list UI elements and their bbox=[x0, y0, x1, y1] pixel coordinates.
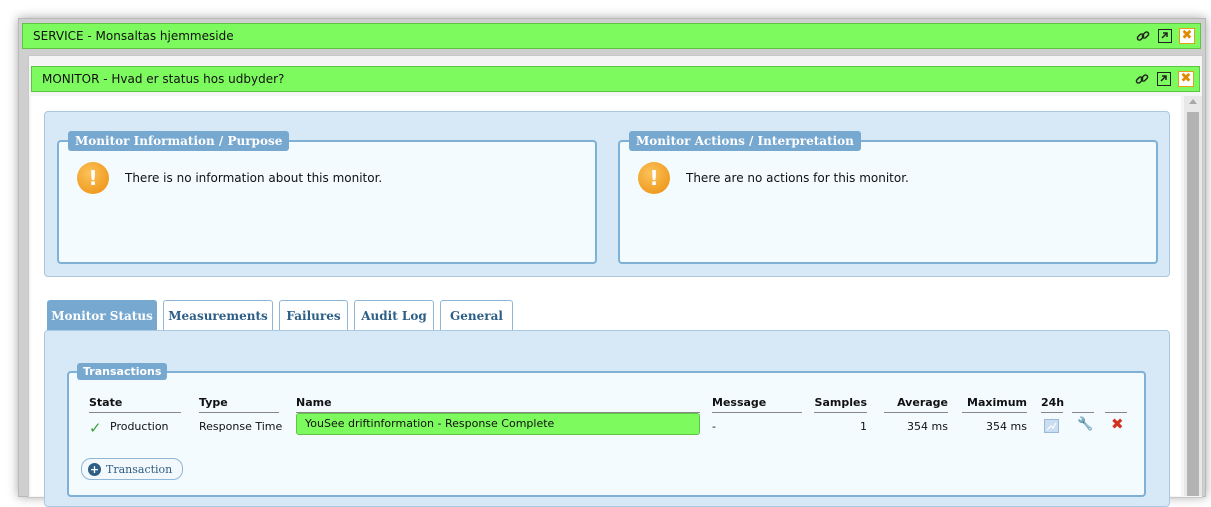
average-value: 354 ms bbox=[907, 420, 948, 433]
warning-icon: ! bbox=[77, 162, 109, 194]
purpose-message: There is no information about this monit… bbox=[125, 171, 383, 185]
col-maximum: Maximum bbox=[962, 396, 1027, 413]
actions-message: There are no actions for this monitor. bbox=[686, 171, 909, 185]
col-24h: 24h bbox=[1041, 396, 1064, 413]
purpose-legend: Monitor Information / Purpose bbox=[68, 131, 290, 151]
col-message: Message bbox=[712, 396, 802, 413]
delete-icon[interactable]: ✖ bbox=[1111, 415, 1124, 433]
state-cell: ✓ Production bbox=[89, 419, 169, 437]
close-icon[interactable]: ✖ bbox=[1179, 28, 1195, 44]
info-panel: Monitor Information / Purpose ! There is… bbox=[44, 111, 1170, 277]
scrollbar[interactable] bbox=[1184, 96, 1202, 496]
scroll-thumb[interactable] bbox=[1187, 112, 1199, 496]
add-transaction-button[interactable]: + Transaction bbox=[81, 458, 184, 480]
col-state: State bbox=[89, 396, 181, 413]
service-titlebar: SERVICE - Monsaltas hjemmeside ✖ bbox=[22, 23, 1201, 49]
state-value: Production bbox=[110, 420, 169, 433]
check-icon: ✓ bbox=[89, 419, 102, 437]
col-type: Type bbox=[199, 396, 279, 413]
status-panel: Transactions State Type Name Message Sam… bbox=[44, 330, 1170, 507]
tab-monitor-status[interactable]: Monitor Status bbox=[47, 300, 157, 333]
monitor-window: MONITOR - Hvad er status hos udbyder? ✖ … bbox=[28, 55, 1203, 507]
monitor-titlebar: MONITOR - Hvad er status hos udbyder? ✖ bbox=[31, 66, 1200, 92]
popout-icon[interactable] bbox=[1158, 29, 1172, 43]
col-average: Average bbox=[884, 396, 948, 413]
col-samples: Samples bbox=[814, 396, 867, 413]
popout-icon[interactable] bbox=[1157, 72, 1171, 86]
message-value: - bbox=[712, 420, 716, 433]
type-value: Response Time bbox=[199, 420, 283, 433]
tab-audit-log[interactable]: Audit Log bbox=[354, 300, 434, 331]
scroll-up-icon[interactable] bbox=[1189, 99, 1197, 104]
col-name: Name bbox=[296, 396, 700, 413]
tab-measurements[interactable]: Measurements bbox=[163, 300, 273, 331]
wrench-icon[interactable]: 🔧 bbox=[1077, 417, 1093, 432]
maximum-value: 354 ms bbox=[986, 420, 1027, 433]
link-icon[interactable] bbox=[1134, 71, 1150, 87]
transactions-fieldset: Transactions State Type Name Message Sam… bbox=[67, 363, 1146, 497]
samples-value: 1 bbox=[860, 420, 867, 433]
plus-icon: + bbox=[88, 462, 101, 476]
close-icon[interactable]: ✖ bbox=[1178, 71, 1194, 87]
transaction-name[interactable]: YouSee driftinformation - Response Compl… bbox=[296, 413, 700, 435]
service-title: SERVICE - Monsaltas hjemmeside bbox=[33, 29, 234, 43]
actions-fieldset: Monitor Actions / Interpretation ! There… bbox=[618, 131, 1158, 264]
monitor-content: Monitor Information / Purpose ! There is… bbox=[31, 96, 1181, 507]
tab-failures[interactable]: Failures bbox=[279, 300, 348, 331]
transactions-legend: Transactions bbox=[77, 363, 168, 380]
link-icon[interactable] bbox=[1135, 28, 1151, 44]
col-delete bbox=[1105, 396, 1127, 413]
col-edit bbox=[1072, 396, 1094, 413]
chart-24h-icon[interactable] bbox=[1044, 419, 1059, 433]
actions-legend: Monitor Actions / Interpretation bbox=[629, 131, 861, 151]
monitor-title: MONITOR - Hvad er status hos udbyder? bbox=[42, 72, 285, 86]
service-window: SERVICE - Monsaltas hjemmeside ✖ MONITOR… bbox=[18, 18, 1206, 507]
add-transaction-label: Transaction bbox=[106, 462, 173, 476]
tab-general[interactable]: General bbox=[440, 300, 513, 331]
purpose-fieldset: Monitor Information / Purpose ! There is… bbox=[57, 131, 597, 264]
warning-icon: ! bbox=[638, 162, 670, 194]
